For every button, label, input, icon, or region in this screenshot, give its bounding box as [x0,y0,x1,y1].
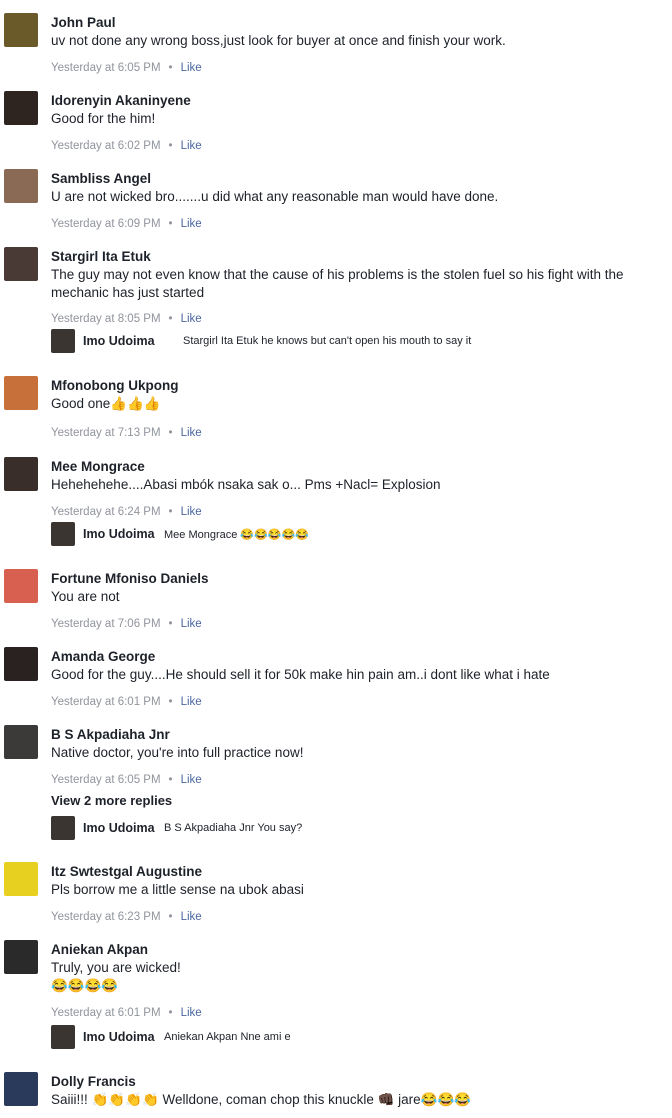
comment-text: The guy may not even know that the cause… [51,267,624,300]
timestamp: Yesterday at 6:05 PM [51,774,161,786]
like-link[interactable]: Like [181,140,202,152]
reply-item: Imo Udoima Mee Mongrace 😂😂😂😂😂 [51,522,661,546]
commenter-name[interactable]: Idorenyin Akaninyene [51,93,191,108]
like-link[interactable]: Like [181,1007,202,1019]
separator-dot: • [168,696,173,708]
avatar[interactable] [4,569,38,603]
avatar[interactable] [4,376,38,410]
reply-avatar[interactable] [51,522,75,546]
separator-dot: • [168,427,173,439]
avatar[interactable] [4,862,38,896]
like-link[interactable]: Like [181,62,202,74]
timestamp: Yesterday at 7:06 PM [51,618,161,630]
comment-meta: Yesterday at 7:06 PM • Like [51,618,202,630]
avatar[interactable] [4,457,38,491]
avatar[interactable] [4,169,38,203]
comment-meta: Yesterday at 6:01 PM • Like [51,696,202,708]
timestamp: Yesterday at 6:05 PM [51,62,161,74]
commenter-name[interactable]: Sambliss Angel [51,171,151,186]
comment-text: Saiii!!! 👏👏👏👏 Welldone, coman chop this … [51,1092,472,1107]
reply-text: Mee Mongrace 😂😂😂😂😂 [164,529,309,541]
timestamp: Yesterday at 6:02 PM [51,140,161,152]
reply-author-name[interactable]: Imo Udoima [83,527,155,541]
comment-text: Native doctor, you're into full practice… [51,745,304,760]
like-link[interactable]: Like [181,618,202,630]
timestamp: Yesterday at 6:01 PM [51,696,161,708]
avatar[interactable] [4,91,38,125]
commenter-name[interactable]: B S Akpadiaha Jnr [51,727,170,742]
commenter-name[interactable]: Fortune Mfoniso Daniels [51,571,209,586]
comment-text: U are not wicked bro.......u did what an… [51,189,499,204]
separator-dot: • [168,774,173,786]
separator-dot: • [168,618,173,630]
timestamp: Yesterday at 7:13 PM [51,427,161,439]
reply-avatar[interactable] [51,329,75,353]
commenter-name[interactable]: Mfonobong Ukpong [51,378,178,393]
reply-author-name[interactable]: Imo Udoima [83,821,155,835]
commenter-name[interactable]: Aniekan Akpan [51,942,148,957]
comment-text: Truly, you are wicked! 😂😂😂😂 [51,960,181,993]
avatar[interactable] [4,247,38,281]
reply-item: Imo Udoima Stargirl Ita Etuk he knows but… [51,329,661,353]
like-link[interactable]: Like [181,774,202,786]
reply-avatar[interactable] [51,1025,75,1049]
reply-text: Aniekan Akpan Nne ami e [164,1031,291,1043]
comment-text: You are not [51,589,120,604]
like-link[interactable]: Like [181,506,202,518]
separator-dot: • [168,140,173,152]
timestamp: Yesterday at 8:05 PM [51,313,161,325]
commenter-name[interactable]: Stargirl Ita Etuk [51,249,151,264]
comment-meta: Yesterday at 6:24 PM • Like [51,506,202,518]
comment-meta: Yesterday at 6:05 PM • Like [51,774,202,786]
reply-item: Imo Udoima B S Akpadiaha Jnr You say? [51,816,661,840]
separator-dot: • [168,506,173,518]
timestamp: Yesterday at 6:09 PM [51,218,161,230]
reply-avatar[interactable] [51,816,75,840]
comment-text: uv not done any wrong boss,just look for… [51,33,506,48]
reply-text: B S Akpadiaha Jnr You say? [164,822,303,834]
comment-meta: Yesterday at 6:02 PM • Like [51,140,202,152]
comment-meta: Yesterday at 6:01 PM • Like [51,1007,202,1019]
separator-dot: • [168,911,173,923]
view-more-replies-link[interactable]: View 2 more replies [51,793,172,808]
commenter-name[interactable]: Itz Swtestgal Augustine [51,864,202,879]
reply-author-name[interactable]: Imo Udoima [83,334,155,348]
like-link[interactable]: Like [181,427,202,439]
reply-text: Stargirl Ita Etuk he knows but can't ope… [183,335,472,347]
avatar[interactable] [4,647,38,681]
timestamp: Yesterday at 6:01 PM [51,1007,161,1019]
commenter-name[interactable]: Amanda George [51,649,155,664]
avatar[interactable] [4,725,38,759]
avatar[interactable] [4,13,38,47]
separator-dot: • [168,1007,173,1019]
separator-dot: • [168,313,173,325]
reply-author-name[interactable]: Imo Udoima [83,1030,155,1044]
avatar[interactable] [4,1072,38,1106]
timestamp: Yesterday at 6:24 PM [51,506,161,518]
commenter-name[interactable]: Dolly Francis [51,1074,136,1089]
comment-text: Pls borrow me a little sense na ubok aba… [51,882,304,897]
comment-text: Good one👍👍👍 [51,396,161,411]
commenter-name[interactable]: John Paul [51,15,116,30]
reply-item: Imo Udoima Aniekan Akpan Nne ami e [51,1025,661,1049]
comment-meta: Yesterday at 7:13 PM • Like [51,427,202,439]
comment-meta: Yesterday at 8:05 PM • Like [51,313,202,325]
like-link[interactable]: Like [181,313,202,325]
comment-text: Hehehehehe....Abasi mbók nsaka sak o... … [51,477,441,492]
separator-dot: • [168,62,173,74]
avatar[interactable] [4,940,38,974]
separator-dot: • [168,218,173,230]
comment-meta: Yesterday at 6:09 PM • Like [51,218,202,230]
like-link[interactable]: Like [181,911,202,923]
comment-meta: Yesterday at 6:05 PM • Like [51,62,202,74]
timestamp: Yesterday at 6:23 PM [51,911,161,923]
comment-meta: Yesterday at 6:23 PM • Like [51,911,202,923]
like-link[interactable]: Like [181,218,202,230]
comment-text: Good for the guy....He should sell it fo… [51,667,550,682]
like-link[interactable]: Like [181,696,202,708]
comment-text: Good for the him! [51,111,156,126]
commenter-name[interactable]: Mee Mongrace [51,459,145,474]
